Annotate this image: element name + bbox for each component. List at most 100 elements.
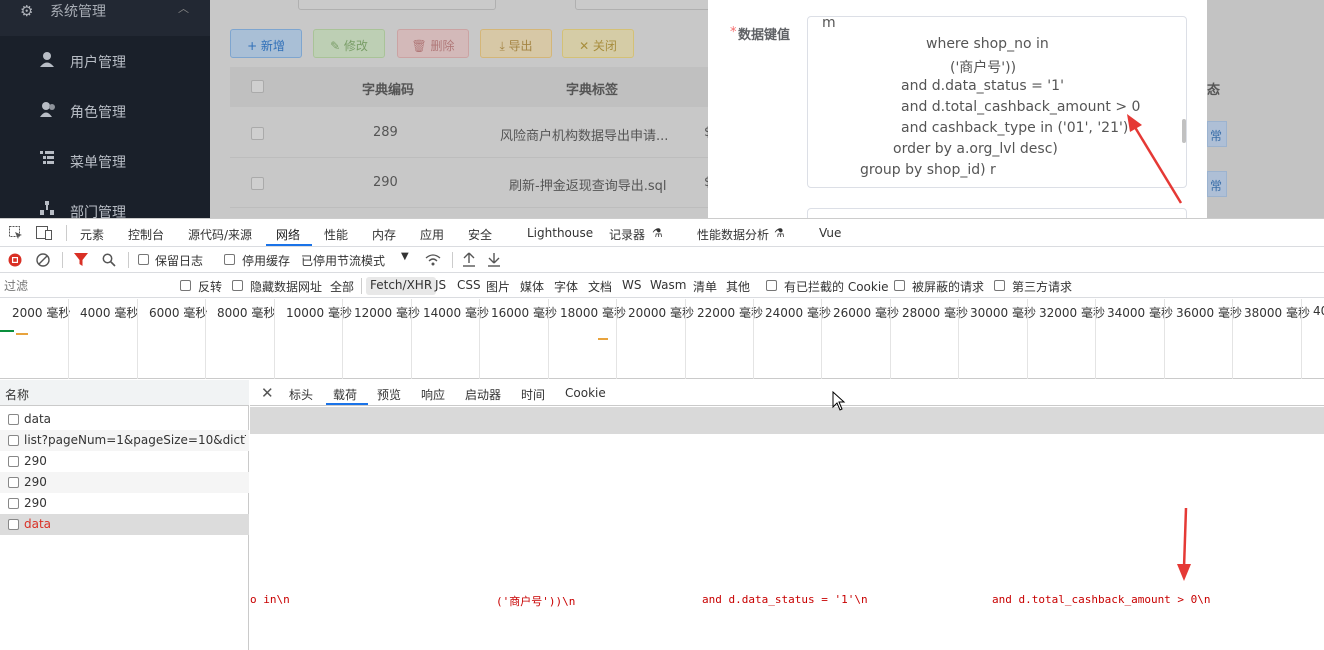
row-checkbox[interactable] <box>8 519 19 530</box>
request-row[interactable]: data <box>0 409 249 430</box>
inspect-element-icon[interactable] <box>9 226 23 240</box>
network-overview-timeline[interactable]: 2000 毫秒 4000 毫秒 6000 毫秒 8000 毫秒 10000 毫秒 1200… <box>0 299 1324 379</box>
preserve-log-checkbox[interactable] <box>138 254 149 265</box>
tab-recorder[interactable]: 记录器 <box>609 226 645 243</box>
tab-payload[interactable]: 载荷 <box>333 386 357 403</box>
mouse-cursor-icon <box>832 390 846 411</box>
tab-headers[interactable]: 标头 <box>289 386 313 403</box>
filter-type-fetch-xhr[interactable]: Fetch/XHR <box>366 277 437 295</box>
preserve-log-label: 保留日志 <box>155 254 204 268</box>
filter-input[interactable] <box>4 276 164 295</box>
tab-response[interactable]: 响应 <box>421 386 445 403</box>
tab-cookies[interactable]: Cookie <box>565 386 606 400</box>
request-row-selected[interactable]: data <box>0 514 249 535</box>
filter-type-font[interactable]: 字体 <box>550 277 582 295</box>
disable-cache-checkbox[interactable] <box>224 254 235 265</box>
third-party-label: 第三方请求 <box>1012 280 1073 294</box>
filter-type-ws[interactable]: WS <box>618 277 645 295</box>
download-icon[interactable] <box>487 252 501 267</box>
timeline-gridline <box>548 299 549 379</box>
filter-icon[interactable] <box>74 253 88 267</box>
timeline-gridline <box>274 299 275 379</box>
tab-vue[interactable]: Vue <box>819 226 841 240</box>
throttle-select[interactable]: 已停用节流模式 <box>301 252 385 269</box>
request-row[interactable]: 290 <box>0 451 249 472</box>
tab-timing[interactable]: 时间 <box>521 386 545 403</box>
search-icon[interactable] <box>102 253 116 267</box>
record-stop-icon[interactable] <box>8 253 22 267</box>
filter-type-media[interactable]: 媒体 <box>516 277 548 295</box>
row-checkbox[interactable] <box>8 498 19 509</box>
hide-data-urls-label: 隐藏数据网址 <box>250 280 323 294</box>
request-row[interactable]: 290 <box>0 493 249 514</box>
request-row[interactable]: 290 <box>0 472 249 493</box>
separator <box>361 278 362 294</box>
request-name: data <box>24 412 52 426</box>
separator <box>66 225 67 241</box>
invert-checkbox[interactable] <box>180 280 191 291</box>
filter-type-other[interactable]: 其他 <box>722 277 754 295</box>
filter-type-css[interactable]: CSS <box>453 277 485 295</box>
third-party-checkbox[interactable] <box>994 280 1005 291</box>
active-tab-indicator <box>266 244 312 246</box>
close-icon[interactable]: ✕ <box>261 384 274 402</box>
annotation-arrow-top <box>1127 114 1183 204</box>
blocked-cookies-checkbox[interactable] <box>766 280 777 291</box>
tab-console[interactable]: 控制台 <box>128 226 164 243</box>
clear-icon[interactable] <box>36 253 50 267</box>
request-list-header[interactable]: 名称 <box>0 380 249 406</box>
timeline-gridline <box>685 299 686 379</box>
filter-type-wasm[interactable]: Wasm <box>646 277 690 295</box>
payload-section-header[interactable] <box>250 407 1324 434</box>
tab-initiator[interactable]: 启动器 <box>465 386 501 403</box>
tab-performance[interactable]: 性能 <box>324 226 348 243</box>
tab-security[interactable]: 安全 <box>468 226 492 243</box>
hide-data-urls-checkbox[interactable] <box>232 280 243 291</box>
timeline-gridline <box>479 299 480 379</box>
flask-icon: ⚗ <box>652 226 663 240</box>
payload-code-fragment: o in\n <box>250 593 290 606</box>
timeline-tick-label: 2000 毫秒 <box>12 306 71 320</box>
tab-lighthouse[interactable]: Lighthouse <box>527 226 593 240</box>
row-checkbox[interactable] <box>8 435 19 446</box>
payload-code-fragment: ('商户号'))\n <box>496 595 576 608</box>
separator <box>452 252 453 268</box>
invert-label: 反转 <box>198 280 223 294</box>
tab-memory[interactable]: 内存 <box>372 226 396 243</box>
filter-type-doc[interactable]: 文档 <box>584 277 616 295</box>
tab-elements[interactable]: 元素 <box>80 226 104 243</box>
dropdown-arrow-icon[interactable]: ▼ <box>401 251 409 262</box>
timeline-gridline <box>958 299 959 379</box>
request-row[interactable]: list?pageNum=1&pageSize=10&dictTy... <box>0 430 249 451</box>
disable-cache-label: 停用缓存 <box>242 254 291 268</box>
tab-performance-insights[interactable]: 性能数据分析 <box>697 226 769 243</box>
tab-application[interactable]: 应用 <box>420 226 444 243</box>
devtools-panel: 元素 控制台 源代码/来源 网络 性能 内存 应用 安全 Lighthouse … <box>0 218 1324 650</box>
request-name: 290 <box>24 454 47 468</box>
filter-type-js[interactable]: JS <box>431 277 450 295</box>
filter-type-manifest[interactable]: 清单 <box>689 277 721 295</box>
name-column-header: 名称 <box>5 388 30 402</box>
filter-all[interactable]: 全部 <box>326 277 358 295</box>
request-name: 290 <box>24 496 47 510</box>
device-toolbar-icon[interactable] <box>36 226 52 240</box>
request-name-error: data <box>24 517 52 531</box>
filter-type-img[interactable]: 图片 <box>482 277 514 295</box>
separator <box>128 252 129 268</box>
timeline-gridline <box>137 299 138 379</box>
network-conditions-icon[interactable] <box>425 253 441 267</box>
active-detail-tab-indicator <box>326 403 368 405</box>
row-checkbox[interactable] <box>8 477 19 488</box>
row-checkbox[interactable] <box>8 456 19 467</box>
tab-network[interactable]: 网络 <box>276 226 300 243</box>
upload-icon[interactable] <box>462 252 476 267</box>
tab-sources[interactable]: 源代码/来源 <box>188 226 252 243</box>
blocked-requests-checkbox[interactable] <box>894 280 905 291</box>
request-list: 名称 data list?pageNum=1&pageSize=10&dictT… <box>0 380 249 650</box>
row-checkbox[interactable] <box>8 414 19 425</box>
timeline-gridline <box>1232 299 1233 379</box>
timeline-gridline <box>1164 299 1165 379</box>
timeline-gridline <box>821 299 822 379</box>
tab-preview[interactable]: 预览 <box>377 386 401 403</box>
timeline-gridline <box>616 299 617 379</box>
